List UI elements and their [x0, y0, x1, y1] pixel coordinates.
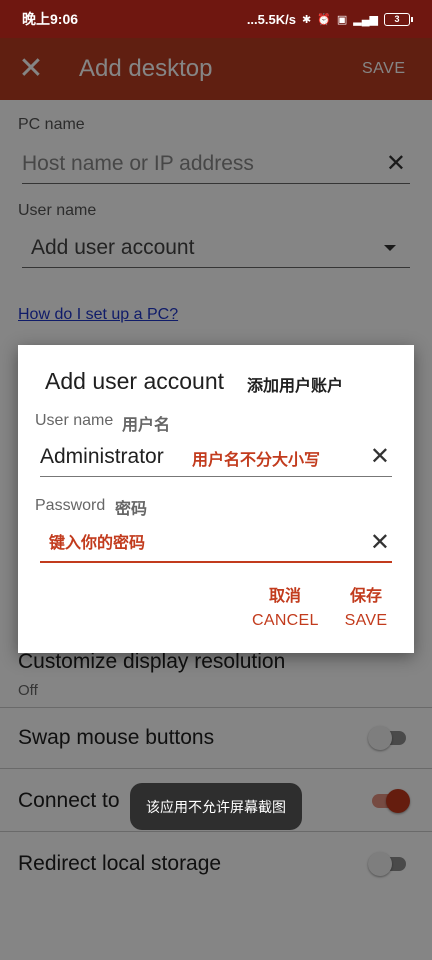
signal-icon: ▂▄▆	[353, 13, 378, 26]
network-speed: ...5.5K/s	[246, 11, 296, 27]
dialog-title: Add user account	[45, 368, 225, 394]
password-label-annotation: 密码	[115, 501, 148, 518]
add-user-dialog: Add user account 添加用户账户 User name 用户名 Ad…	[18, 345, 414, 653]
cancel-annotation: 取消	[268, 588, 301, 605]
screenshot-toast: 该应用不允许屏幕截图	[130, 783, 302, 830]
status-time: 晚上9:06	[22, 11, 79, 27]
dialog-title-annotation: 添加用户账户	[247, 378, 344, 395]
username-value: Administrator	[40, 444, 164, 468]
dialog-username-label: User name	[35, 412, 114, 429]
dialog-save-button[interactable]: 保存 SAVE	[338, 582, 394, 630]
battery-icon: 3	[384, 12, 413, 26]
alarm-icon: ⏰	[317, 13, 331, 26]
clear-password-icon[interactable]: ✕	[370, 528, 392, 557]
username-label-annotation: 用户名	[122, 417, 171, 434]
username-annotation: 用户名不分大小写	[192, 452, 321, 469]
save-label: SAVE	[344, 612, 388, 629]
dialog-password-label: Password	[35, 497, 106, 514]
cancel-label: CANCEL	[252, 612, 319, 629]
status-bar: 晚上9:06 ...5.5K/s ✱ ⏰ ▣ ▂▄▆ 3	[0, 0, 432, 38]
battery-level: 3	[394, 14, 400, 24]
status-icons: ...5.5K/s ✱ ⏰ ▣ ▂▄▆ 3	[246, 11, 413, 27]
save-annotation: 保存	[349, 588, 382, 605]
bluetooth-icon: ✱	[301, 13, 312, 26]
cancel-button[interactable]: 取消 CANCEL	[252, 582, 318, 630]
hd-icon: ▣	[336, 13, 348, 26]
password-annotation: 键入你的密码	[49, 535, 146, 552]
clear-username-icon[interactable]: ✕	[370, 442, 392, 471]
